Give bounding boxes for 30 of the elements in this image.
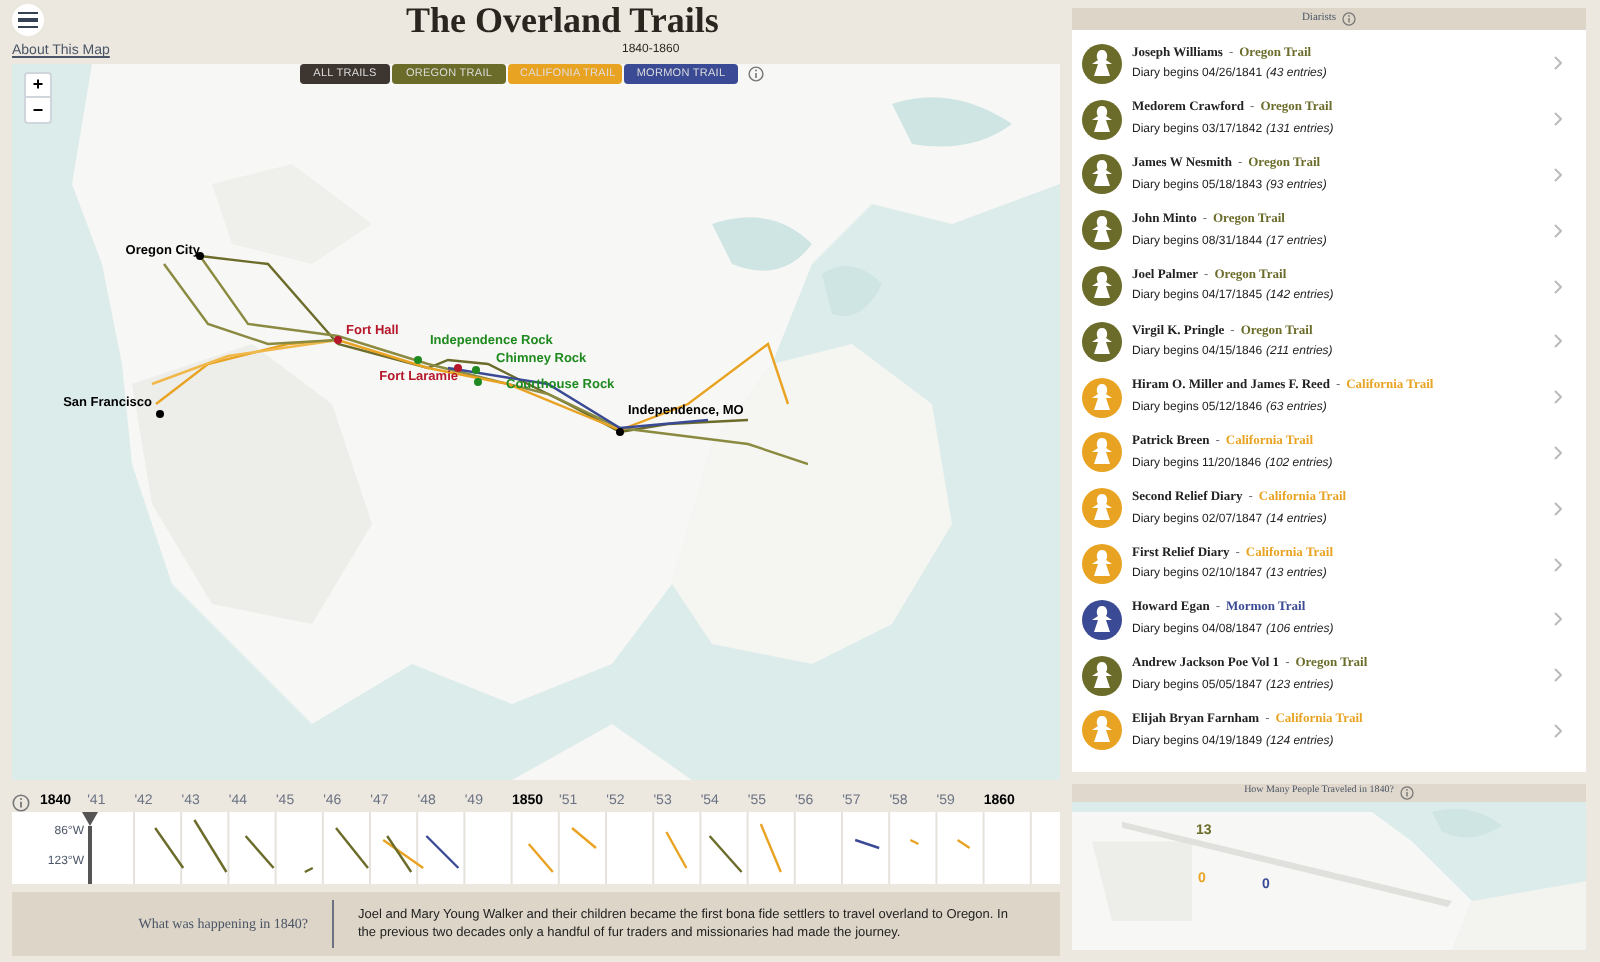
place-marker-icon	[472, 366, 480, 374]
menu-button[interactable]	[12, 4, 44, 36]
chevron-right-icon	[1554, 279, 1562, 294]
info-icon[interactable]	[748, 66, 764, 82]
chevron-right-icon	[1554, 668, 1562, 683]
zoom-out-button[interactable]: −	[26, 98, 50, 122]
info-icon[interactable]	[1399, 785, 1414, 800]
chevron-right-icon	[1554, 723, 1562, 738]
chevron-right-icon	[1554, 334, 1562, 349]
place-marker-icon	[196, 252, 204, 260]
chevron-right-icon	[1554, 56, 1562, 71]
place-marker-icon	[334, 336, 342, 344]
chevron-right-icon	[1554, 112, 1562, 127]
place-marker-icon	[454, 364, 462, 372]
chevron-right-icon	[1554, 501, 1562, 516]
info-icon[interactable]	[1342, 12, 1357, 26]
chevron-right-icon	[1554, 445, 1562, 460]
place-marker-icon	[474, 378, 482, 386]
chevron-right-icon	[1554, 223, 1562, 238]
timeline-handle[interactable]	[80, 812, 98, 884]
place-marker-icon	[156, 410, 164, 418]
place-marker-icon	[616, 428, 624, 436]
info-icon[interactable]	[12, 794, 30, 812]
zoom-in-button[interactable]: +	[26, 74, 50, 98]
chevron-right-icon	[1554, 390, 1562, 405]
chevron-right-icon	[1554, 167, 1562, 182]
place-marker-icon	[414, 356, 422, 364]
page-title: The Overland Trails	[406, 2, 719, 40]
chevron-right-icon	[1554, 612, 1562, 627]
chevron-right-icon	[1554, 557, 1562, 572]
